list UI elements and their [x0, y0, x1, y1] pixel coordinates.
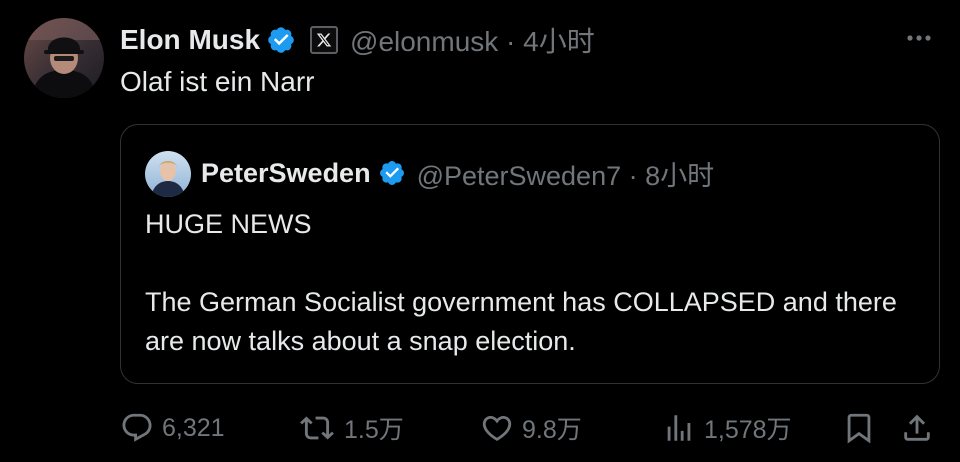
heart-icon	[482, 415, 512, 441]
bookmark-button[interactable]	[842, 408, 876, 448]
quoted-author-handle-and-time[interactable]: @PeterSweden7 · 8小时	[417, 154, 715, 193]
like-button[interactable]: 9.8万	[480, 408, 582, 448]
analytics-icon	[667, 415, 691, 441]
more-options-icon[interactable]	[902, 26, 936, 50]
repost-count: 1.5万	[344, 416, 404, 444]
quoted-tweet-header: PeterSweden @PeterSweden7 · 8小时	[201, 153, 714, 193]
like-count: 9.8万	[522, 416, 582, 444]
reply-count: 6,321	[162, 413, 225, 442]
profile-photo-icon	[24, 18, 104, 98]
share-button[interactable]	[900, 408, 934, 448]
author-handle-and-time[interactable]: @elonmusk · 4小时	[350, 20, 595, 60]
tweet-text: Olaf ist ein Narr	[120, 66, 315, 97]
quoted-tweet-text: HUGE NEWS The German Socialist governmen…	[145, 205, 925, 361]
quoted-tweet-body: The German Socialist government has COLL…	[145, 287, 897, 356]
author-display-name[interactable]: Elon Musk	[120, 24, 260, 56]
views-button[interactable]: 1,578万	[662, 408, 792, 448]
share-icon	[904, 414, 930, 441]
quoted-author-display-name[interactable]: PeterSweden	[201, 158, 371, 189]
reply-button[interactable]: 6,321	[120, 408, 225, 448]
repost-button[interactable]: 1.5万	[298, 408, 404, 448]
tweet-action-bar: 6,321 1.5万 9.8万 1,578万	[120, 408, 940, 448]
profile-photo-icon	[145, 151, 191, 197]
tweet-header: Elon Musk @elonmusk · 4小时	[120, 20, 595, 60]
quoted-author-avatar[interactable]	[145, 151, 191, 197]
quoted-tweet-card[interactable]: PeterSweden @PeterSweden7 · 8小时 HUGE NEW…	[120, 124, 940, 384]
verified-badge-icon[interactable]	[266, 25, 296, 55]
repost-icon	[300, 416, 334, 440]
author-avatar[interactable]	[24, 18, 104, 98]
x-logo-icon[interactable]	[310, 26, 339, 54]
view-count: 1,578万	[704, 416, 792, 444]
verified-badge-icon[interactable]	[378, 159, 406, 187]
bookmark-icon	[847, 413, 871, 444]
quoted-tweet-headline: HUGE NEWS	[145, 209, 312, 239]
reply-icon	[122, 413, 152, 442]
